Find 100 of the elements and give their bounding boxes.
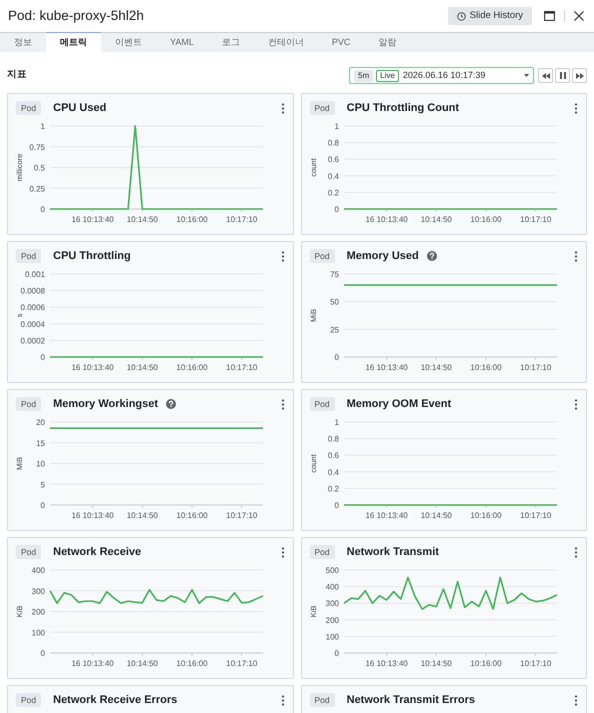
pod-badge: Pod — [310, 692, 335, 708]
caret-icon — [524, 74, 529, 77]
pause-icon — [560, 72, 566, 79]
axis-tick-label: 16 10:13:40 — [71, 215, 114, 224]
more-options-icon[interactable] — [280, 102, 284, 114]
pod-badge: Pod — [16, 692, 42, 708]
axis-tick-label: 0 — [334, 501, 338, 510]
axis-tick-label: 10:14:50 — [126, 659, 158, 668]
axis-tick-label: 400 — [325, 582, 338, 592]
pod-badge: Pod — [16, 248, 42, 264]
axis-tick-label: 10:14:50 — [420, 511, 452, 520]
datetime-value: 2026.06.16 10:17:39 — [402, 68, 486, 82]
axis-tick-label: 16 10:13:40 — [364, 511, 408, 520]
axis-tick-label: 0.25 — [29, 184, 45, 194]
axis-tick-label: 16 10:13:40 — [71, 363, 114, 372]
axis-tick-label: 0.0006 — [20, 303, 45, 312]
tab[interactable]: 로그 — [208, 33, 254, 52]
axis-tick-label: 10:14:50 — [126, 511, 158, 520]
axis-tick-label: 10:14:50 — [420, 363, 452, 372]
more-options-icon[interactable] — [280, 250, 284, 262]
axis-tick-label: 10:16:00 — [470, 363, 502, 372]
tab[interactable]: 이벤트 — [101, 33, 156, 52]
axis-tick-label: 10:16:00 — [176, 659, 208, 668]
axis-tick-label: 100 — [32, 628, 45, 638]
axis-tick-label: 0 — [334, 353, 338, 362]
axis-tick-label: 500 — [325, 566, 338, 575]
card-title: Network Transmit Errors — [346, 692, 475, 708]
fast-forward-icon — [576, 72, 584, 78]
axis-tick-label: 10:16:00 — [470, 511, 502, 520]
more-options-icon[interactable] — [574, 546, 578, 558]
pause-button[interactable] — [555, 68, 570, 83]
help-icon[interactable] — [426, 251, 437, 261]
pod-badge: Pod — [16, 100, 42, 116]
axis-tick-label: 50 — [330, 298, 338, 307]
axis-tick-label: 10:16:00 — [176, 511, 208, 520]
more-options-icon[interactable] — [280, 398, 284, 410]
axis-tick-label: 5 — [40, 480, 45, 490]
more-options-icon[interactable] — [574, 398, 578, 410]
close-icon[interactable] — [574, 11, 584, 21]
fast-forward-button[interactable] — [572, 68, 587, 83]
axis-tick-label: 25 — [330, 325, 338, 334]
pod-badge: Pod — [310, 100, 335, 116]
tab[interactable]: 정보 — [0, 33, 46, 52]
range-chip: 5m — [354, 70, 374, 82]
more-options-icon[interactable] — [574, 250, 578, 262]
axis-tick-label: 0 — [334, 205, 338, 214]
help-icon[interactable] — [166, 399, 176, 409]
axis-tick-label: 10:16:00 — [470, 659, 502, 668]
axis-tick-label: 10:16:00 — [176, 363, 208, 372]
axis-tick-label: 10:17:10 — [520, 363, 551, 372]
axis-tick-label: 10:17:10 — [520, 215, 551, 224]
pod-badge: Pod — [16, 396, 42, 412]
axis-tick-label: 400 — [32, 566, 45, 575]
axis-tick-label: 16 10:13:40 — [71, 659, 114, 668]
axis-tick-label: 0 — [40, 353, 45, 362]
axis-tick-label: 0.5 — [34, 164, 45, 172]
time-range-picker[interactable]: 5m Live 2026.06.16 10:17:39 — [349, 67, 534, 84]
axis-tick-label: 16 10:13:40 — [71, 511, 114, 520]
axis-tick-label: 200 — [325, 616, 338, 625]
axis-tick-label: 10:14:50 — [126, 215, 158, 224]
axis-tick-label: 0.0008 — [20, 286, 45, 296]
tab[interactable]: 알람 — [364, 33, 410, 52]
tab[interactable]: PVC — [318, 33, 364, 52]
window-title: Pod: kube-proxy-5hl2h — [8, 6, 144, 25]
more-options-icon[interactable] — [280, 546, 284, 558]
card-title: CPU Throttling Count — [346, 100, 460, 116]
axis-tick-label: 10 — [36, 460, 45, 468]
axis-tick-label: 0.0002 — [20, 336, 45, 346]
axis-tick-label: 100 — [325, 632, 338, 642]
maximize-icon[interactable] — [544, 11, 555, 21]
axis-tick-label: 0.0004 — [20, 320, 45, 329]
card-title: Network Transmit — [346, 544, 439, 560]
card-title: Memory Used — [346, 248, 419, 264]
axis-tick-label: 0 — [40, 205, 45, 214]
axis-tick-label: 10:16:00 — [176, 215, 208, 224]
axis-tick-label: 10:14:50 — [126, 363, 158, 372]
axis-tick-label: 10:17:10 — [520, 511, 551, 520]
card-title: CPU Used — [53, 100, 106, 116]
rewind-button[interactable] — [538, 68, 553, 83]
card-title: Network Receive Errors — [53, 692, 178, 708]
axis-tick-label: 0.6 — [327, 155, 338, 164]
axis-tick-label: 10:17:10 — [226, 659, 258, 668]
axis-tick-label: 10:17:10 — [226, 363, 258, 372]
rewind-icon — [542, 72, 550, 78]
axis-tick-label: 0.2 — [327, 484, 338, 494]
axis-tick-label: 16 10:13:40 — [364, 363, 408, 372]
axis-tick-label: 1 — [334, 122, 338, 131]
tab[interactable]: 메트릭 — [46, 32, 101, 52]
axis-tick-label: 0.4 — [327, 468, 338, 477]
card-title: Memory OOM Event — [346, 396, 452, 412]
axis-tick-label: 10:17:10 — [226, 215, 258, 224]
slide-history-button[interactable]: Slide History — [448, 7, 532, 25]
more-options-icon[interactable] — [574, 102, 578, 114]
tab[interactable]: 컨테이너 — [254, 33, 318, 52]
tab[interactable]: YAML — [156, 33, 208, 52]
axis-tick-label: 0 — [40, 501, 45, 510]
axis-tick-label: 16 10:13:40 — [364, 215, 408, 224]
clock-icon — [456, 12, 466, 20]
more-options-icon[interactable] — [574, 694, 578, 706]
more-options-icon[interactable] — [280, 694, 284, 706]
